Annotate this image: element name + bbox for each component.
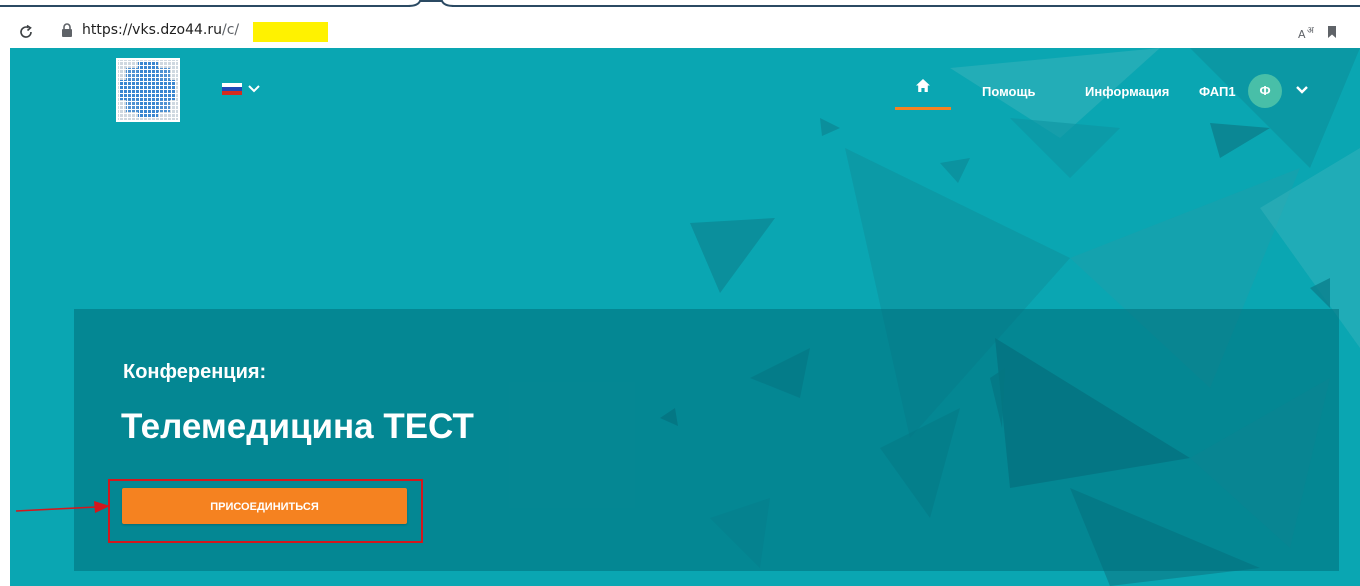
address-bar-url[interactable]: https://vks.dzo44.ru/c/	[82, 22, 239, 38]
svg-text:अ: अ	[1307, 26, 1315, 36]
language-switcher[interactable]	[222, 83, 272, 99]
svg-text:A: A	[1298, 28, 1306, 40]
tab-strip-divider	[452, 5, 1360, 7]
nav-help[interactable]: Помощь	[982, 84, 1035, 99]
bookmark-icon[interactable]	[1327, 25, 1337, 39]
avatar[interactable]: Ф	[1248, 74, 1282, 108]
lock-icon[interactable]	[61, 23, 73, 38]
browser-toolbar: https://vks.dzo44.ru/c/ A अ	[0, 0, 1360, 48]
logo[interactable]	[116, 58, 180, 122]
chevron-down-icon[interactable]	[1295, 84, 1309, 96]
nav-home[interactable]	[895, 68, 951, 110]
url-redaction-highlight	[253, 22, 328, 42]
url-path: /c/	[222, 22, 240, 38]
flag-ru-icon	[222, 83, 242, 95]
home-icon	[916, 79, 930, 92]
tab-strip-divider	[0, 5, 410, 7]
nav-information[interactable]: Информация	[1085, 84, 1169, 99]
reload-icon[interactable]	[18, 24, 34, 40]
nav-user-name[interactable]: ФАП1	[1199, 84, 1236, 99]
conference-label: Конференция:	[123, 361, 267, 383]
annotation-arrow-icon	[15, 501, 110, 513]
active-nav-indicator	[895, 107, 951, 110]
translate-icon[interactable]: A अ	[1298, 24, 1320, 40]
active-tab-edge	[408, 0, 454, 7]
conference-title: Телемедицина ТЕСТ	[121, 407, 474, 446]
chevron-down-icon	[248, 85, 260, 93]
url-host: https://vks.dzo44.ru	[82, 22, 223, 38]
annotation-highlight-box	[108, 479, 423, 543]
